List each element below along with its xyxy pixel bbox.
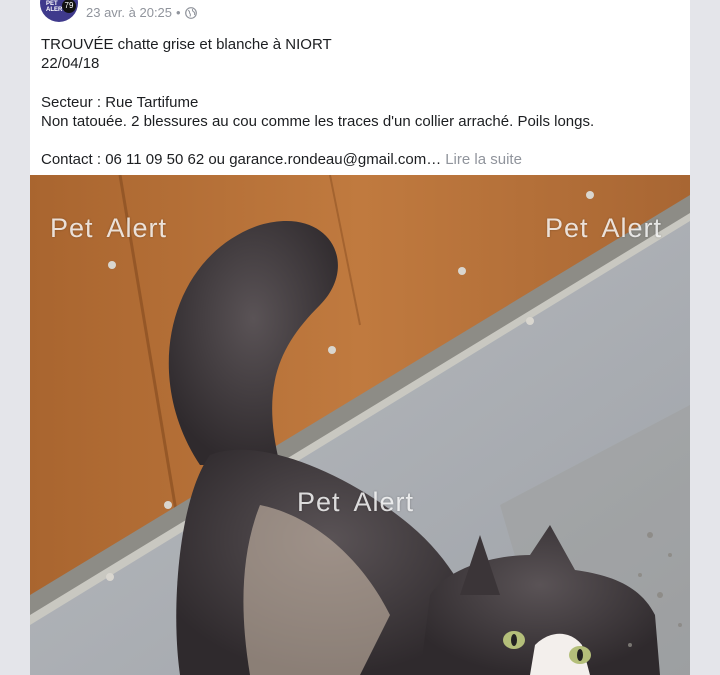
- meta-separator: •: [176, 5, 181, 20]
- post-sector: Secteur : Rue Tartifume: [41, 93, 199, 111]
- page-avatar[interactable]: PET ALERT 79: [40, 0, 78, 22]
- watermark-center: Pet Alert: [297, 487, 415, 517]
- post-description: Non tatouée. 2 blessures au cou comme le…: [41, 112, 595, 130]
- post-contact: Contact : 06 11 09 50 62 ou garance.rond…: [41, 150, 681, 169]
- see-more-link[interactable]: Lire la suite: [445, 151, 522, 168]
- post-timestamp[interactable]: 23 avr. à 20:25: [86, 5, 172, 20]
- watermark-top-left: Pet Alert: [50, 213, 168, 243]
- post-title: TROUVÉE chatte grise et blanche à NIORT: [41, 36, 332, 53]
- post-photo[interactable]: Pet Alert Pet Alert Pet Alert: [30, 175, 690, 675]
- globe-icon[interactable]: [184, 6, 197, 19]
- post-card: PET ALERT 79 23 avr. à 20:25 • TROUVÉE c…: [30, 0, 690, 675]
- post-date: 22/04/18: [41, 55, 100, 73]
- cat-photo: [30, 175, 690, 675]
- post-meta: 23 avr. à 20:25 •: [86, 5, 197, 20]
- watermark-top-right: Pet Alert: [545, 213, 663, 243]
- contact-text: Contact : 06 11 09 50 62 ou garance.rond…: [41, 151, 442, 169]
- post-body: TROUVÉE chatte grise et blanche à NIORT …: [41, 35, 681, 169]
- post-header: PET ALERT 79 23 avr. à 20:25 •: [40, 0, 680, 24]
